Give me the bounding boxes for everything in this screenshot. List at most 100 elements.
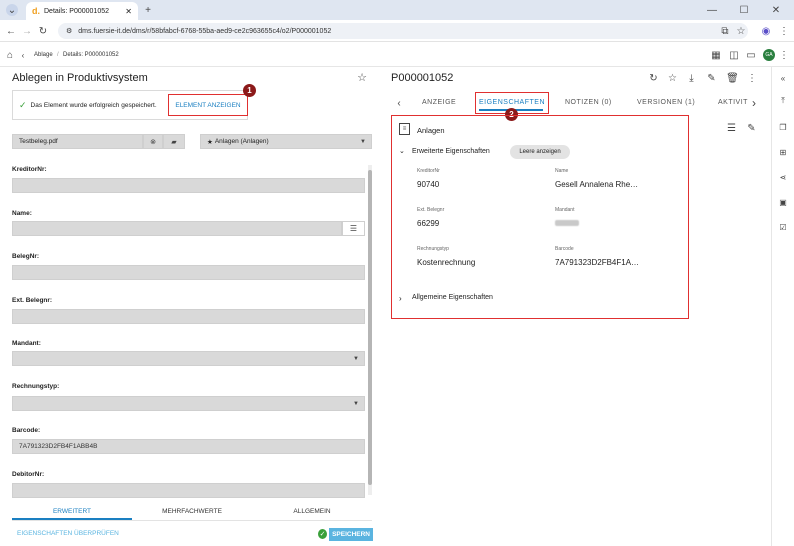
install-app-icon[interactable]: ⧉ bbox=[720, 25, 730, 37]
element-anzeigen-button[interactable]: ELEMENT ANZEIGEN bbox=[168, 94, 248, 116]
download-icon[interactable]: ⤓ bbox=[686, 73, 697, 84]
prop-value-kreditornr: 90740 bbox=[417, 180, 440, 189]
app-menu-icon[interactable]: ⋮ bbox=[779, 49, 789, 61]
dropdown-arrow-icon: ▼ bbox=[360, 139, 366, 145]
tab-erweitert[interactable]: ERWEITERT bbox=[12, 508, 132, 515]
tab-eigenschaften[interactable]: EIGENSCHAFTEN bbox=[479, 99, 545, 106]
tab-list-icon[interactable]: ⌄ bbox=[6, 4, 18, 16]
browser-menu-icon[interactable]: ⋮ bbox=[779, 25, 789, 37]
prop-label-rechnungstyp: Rechnungstyp bbox=[417, 246, 449, 252]
task-icon[interactable]: ▣ bbox=[777, 196, 789, 208]
forward-icon[interactable]: → bbox=[22, 25, 32, 37]
kreditornr-input[interactable] bbox=[12, 178, 365, 193]
site-info-icon[interactable]: ⚙ bbox=[66, 27, 72, 35]
field-label-name: Name: bbox=[12, 210, 32, 217]
prop-label-ext-belegnr: Ext. Belegnr bbox=[417, 207, 445, 213]
show-empty-button[interactable]: Leere anzeigen bbox=[510, 145, 570, 159]
document-icon: ≡ bbox=[399, 123, 410, 135]
share-icon[interactable]: ⋖ bbox=[777, 171, 789, 183]
checklist-icon[interactable]: ☑ bbox=[777, 221, 789, 233]
new-tab-icon[interactable]: + bbox=[142, 4, 154, 16]
prop-value-mandant-redacted bbox=[555, 220, 579, 226]
extended-props-header[interactable]: Erweiterte Eigenschaften bbox=[412, 148, 490, 155]
edit-properties-icon[interactable]: ✎ bbox=[746, 123, 757, 134]
save-button-label: SPEICHERN bbox=[329, 527, 373, 541]
list-select-icon[interactable]: ☰ bbox=[342, 221, 365, 236]
back-icon[interactable]: ← bbox=[6, 25, 16, 37]
tab-allgemein[interactable]: ALLGEMEIN bbox=[252, 508, 372, 515]
split-view-icon[interactable]: ◫ bbox=[728, 49, 740, 61]
ext-belegnr-input[interactable] bbox=[12, 309, 365, 324]
field-label-ext-belegnr: Ext. Belegnr: bbox=[12, 297, 53, 304]
prop-label-name: Name bbox=[555, 168, 569, 174]
avatar[interactable]: GA bbox=[763, 49, 775, 61]
barcode-input[interactable]: 7A791323D2FB4F1ABB4B bbox=[12, 439, 365, 454]
refresh-icon[interactable]: ↻ bbox=[648, 73, 659, 84]
prop-value-name: Gesell Annalena Rhe… bbox=[555, 180, 639, 189]
url-field[interactable]: ⚙ dms.fuersie-it.de/dms/r/58bfabcf-6768-… bbox=[58, 23, 748, 39]
category-star-icon: ★ bbox=[207, 138, 213, 146]
belegnr-input[interactable] bbox=[12, 265, 365, 280]
bookmark-star-icon[interactable]: ☆ bbox=[736, 25, 746, 37]
tab-title: Details: P000001052 bbox=[44, 7, 109, 15]
app-header bbox=[0, 43, 794, 67]
tab-notizen[interactable]: NOTIZEN (0) bbox=[565, 99, 612, 106]
check-properties-link[interactable]: EIGENSCHAFTEN ÜBERPRÜFEN bbox=[17, 530, 119, 537]
rechnungstyp-select[interactable]: ▼ bbox=[12, 396, 365, 411]
app-logo-icon: d. bbox=[32, 6, 40, 16]
stack-icon[interactable]: ❐ bbox=[777, 121, 789, 133]
list-view-icon[interactable]: ☰ bbox=[726, 123, 737, 134]
tabs-next-icon[interactable]: › bbox=[750, 96, 758, 110]
dropdown-arrow-icon: ▼ bbox=[353, 356, 359, 362]
name-input[interactable] bbox=[12, 221, 342, 236]
favorite-star-icon[interactable]: ☆ bbox=[356, 71, 368, 84]
category-select[interactable]: ★ Anlagen (Anlagen) ▼ bbox=[200, 134, 372, 149]
save-check-icon: ✓ bbox=[318, 529, 328, 539]
single-view-icon[interactable]: ▭ bbox=[745, 49, 757, 61]
prop-value-rechnungstyp: Kostenrechnung bbox=[417, 258, 476, 267]
upload-icon[interactable]: ⤒ bbox=[777, 95, 789, 107]
delete-icon[interactable]: 🗑 bbox=[726, 73, 739, 84]
tabs-prev-icon[interactable]: ‹ bbox=[395, 98, 403, 109]
field-label-kreditornr: KreditorNr: bbox=[12, 166, 47, 173]
breadcrumb-back-icon[interactable]: ‹ bbox=[19, 49, 27, 61]
mandant-select[interactable]: ▼ bbox=[12, 351, 365, 366]
general-props-chevron-icon[interactable]: › bbox=[399, 294, 402, 303]
minimize-icon[interactable]: — bbox=[706, 3, 718, 17]
tab-versionen[interactable]: VERSIONEN (1) bbox=[637, 99, 695, 106]
edit-document-icon[interactable]: ✎ bbox=[706, 73, 717, 84]
file-name-field: Testbeleg.pdf bbox=[12, 134, 143, 149]
remove-file-icon[interactable]: ⊗ bbox=[143, 134, 163, 149]
general-props-header[interactable]: Allgemeine Eigenschaften bbox=[412, 294, 493, 301]
debitornr-input[interactable] bbox=[12, 483, 365, 498]
profile-icon[interactable]: ◉ bbox=[760, 25, 772, 37]
form-scrollbar-thumb[interactable] bbox=[368, 170, 372, 485]
prop-label-barcode: Barcode bbox=[555, 246, 574, 252]
save-button[interactable]: ✓ SPEICHERN bbox=[318, 527, 373, 541]
workflow-icon[interactable]: ⊞ bbox=[777, 146, 789, 158]
tab-mehrfachwerte[interactable]: MEHRFACHWERTE bbox=[132, 508, 252, 515]
prop-value-ext-belegnr: 66299 bbox=[417, 219, 440, 228]
collapse-sidebar-icon[interactable]: « bbox=[777, 72, 789, 84]
browser-tab[interactable]: d. Details: P000001052 ✕ bbox=[26, 2, 138, 20]
file-action-icon[interactable]: ▰ bbox=[163, 134, 185, 149]
favorite-icon[interactable]: ☆ bbox=[667, 73, 678, 84]
home-icon[interactable]: ⌂ bbox=[4, 49, 16, 61]
prop-label-kreditornr: KreditorNr bbox=[417, 168, 440, 174]
close-tab-icon[interactable]: ✕ bbox=[125, 7, 132, 16]
prop-label-mandant: Mandant bbox=[555, 207, 575, 213]
category-value: Anlagen (Anlagen) bbox=[214, 138, 269, 145]
tab-anzeige[interactable]: ANZEIGE bbox=[422, 99, 456, 106]
apps-grid-icon[interactable]: ▦ bbox=[710, 49, 722, 61]
prop-value-barcode: 7A791323D2FB4F1A… bbox=[555, 258, 640, 267]
field-label-belegnr: BelegNr: bbox=[12, 253, 40, 260]
maximize-icon[interactable]: ☐ bbox=[738, 3, 750, 17]
extended-props-chevron-icon[interactable]: ⌄ bbox=[399, 147, 405, 155]
breadcrumb-root[interactable]: Ablage bbox=[34, 52, 53, 58]
document-menu-icon[interactable]: ⋮ bbox=[747, 73, 757, 84]
close-window-icon[interactable]: ✕ bbox=[770, 3, 782, 17]
right-sidebar bbox=[771, 67, 794, 546]
reload-icon[interactable]: ↻ bbox=[38, 25, 48, 37]
document-id: P000001052 bbox=[391, 72, 454, 84]
tab-aktivitaeten[interactable]: AKTIVIT bbox=[718, 99, 750, 106]
